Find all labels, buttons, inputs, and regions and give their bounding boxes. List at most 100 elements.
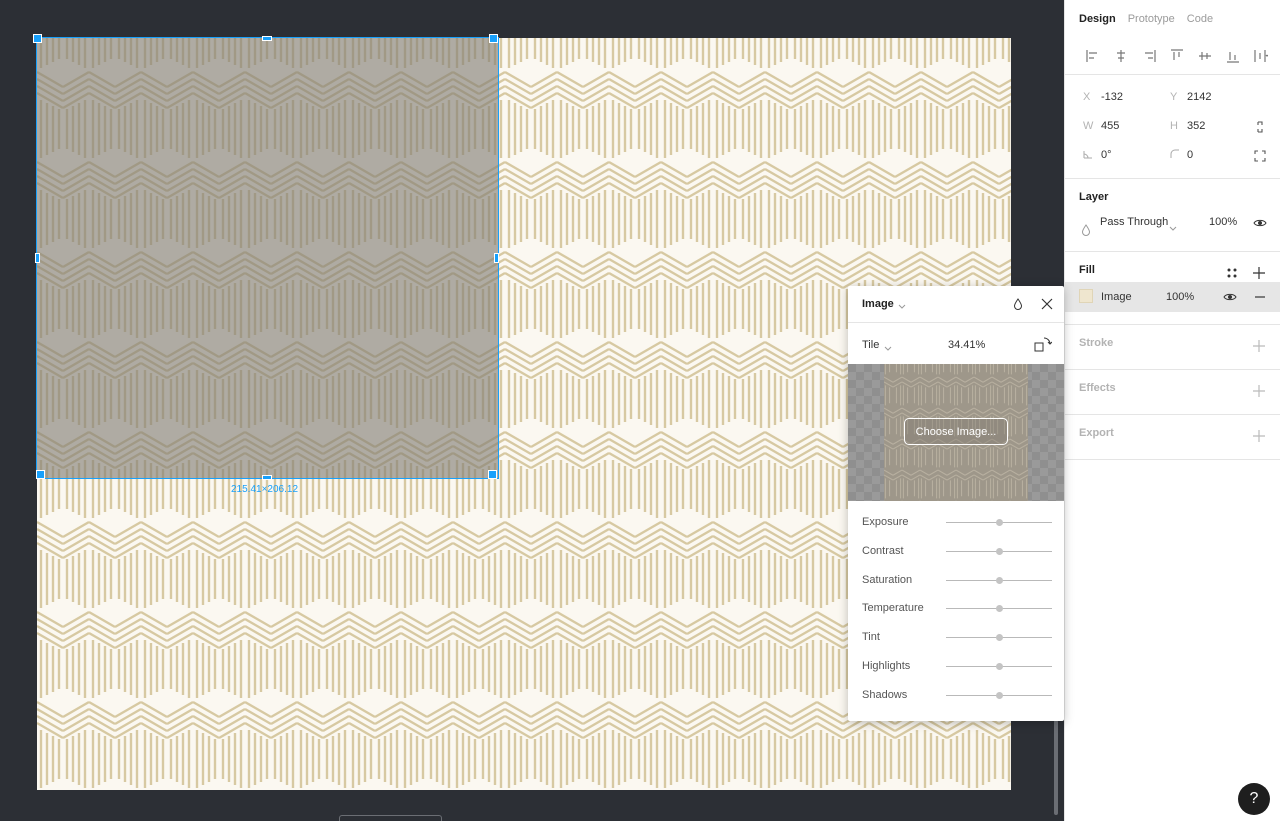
fill-eye-icon[interactable] <box>1223 290 1237 304</box>
align-left-icon[interactable] <box>1079 42 1107 70</box>
y-input[interactable]: 2142 <box>1187 91 1211 103</box>
fill-section: Fill Image 100% <box>1065 252 1280 325</box>
h-input[interactable]: 352 <box>1187 120 1205 132</box>
alignment-toolbar <box>1065 38 1280 75</box>
add-effect-icon[interactable] <box>1252 384 1266 398</box>
popover-title[interactable]: Image <box>862 298 894 310</box>
add-fill-icon[interactable] <box>1252 266 1266 280</box>
vertical-scrollbar[interactable] <box>1054 720 1058 815</box>
tab-code[interactable]: Code <box>1187 13 1213 25</box>
align-center-v-icon[interactable] <box>1191 42 1219 70</box>
align-center-h-icon[interactable] <box>1107 42 1135 70</box>
saturation-slider-row: Saturation <box>848 566 1064 595</box>
selected-image-layer[interactable] <box>36 37 499 479</box>
chevron-down-icon[interactable] <box>898 301 906 315</box>
slider-knob[interactable] <box>995 576 1003 584</box>
saturation-slider[interactable] <box>946 576 1052 584</box>
temperature-slider[interactable] <box>946 605 1052 613</box>
chevron-down-icon[interactable] <box>1169 223 1177 237</box>
rotation-input[interactable]: 0° <box>1101 149 1112 161</box>
blend-mode-select[interactable]: Pass Through <box>1100 216 1168 228</box>
align-right-icon[interactable] <box>1135 42 1163 70</box>
image-adjustments: Exposure Contrast Saturation Temperature… <box>848 508 1064 710</box>
help-button[interactable]: ? <box>1238 783 1270 815</box>
resize-handle-left[interactable] <box>35 253 40 263</box>
rotation-icon <box>1083 149 1093 162</box>
independent-corners-icon[interactable] <box>1253 149 1267 163</box>
fill-type-label[interactable]: Image <box>1101 291 1132 303</box>
slider-knob[interactable] <box>995 519 1003 526</box>
resize-handle-top[interactable] <box>262 36 272 41</box>
export-title: Export <box>1079 427 1114 439</box>
y-label: Y <box>1170 91 1178 103</box>
dimension-label: 215.41×206.12 <box>231 484 299 495</box>
slider-label: Tint <box>862 631 880 644</box>
eye-icon[interactable] <box>1253 216 1267 230</box>
close-icon[interactable] <box>1040 297 1054 311</box>
image-preview: Choose Image... <box>848 364 1064 501</box>
align-bottom-icon[interactable] <box>1219 42 1247 70</box>
properties-panel: Design Prototype Code X -132 Y 2142 W 45… <box>1064 0 1280 821</box>
slider-label: Contrast <box>862 544 904 557</box>
corner-radius-icon <box>1170 149 1180 162</box>
tile-scale-input[interactable]: 34.41% <box>948 339 985 351</box>
w-label: W <box>1083 120 1094 132</box>
resize-handle-top-right[interactable] <box>489 34 498 43</box>
remove-fill-icon[interactable] <box>1253 290 1267 304</box>
exposure-slider-row: Exposure <box>848 508 1064 537</box>
tab-design[interactable]: Design <box>1079 13 1116 25</box>
fill-opacity-input[interactable]: 100% <box>1166 291 1194 303</box>
highlights-slider[interactable] <box>946 662 1052 670</box>
tint-slider[interactable] <box>946 634 1052 642</box>
horizontal-scrollbar[interactable] <box>339 815 442 821</box>
constrain-proportions-icon[interactable] <box>1253 120 1267 134</box>
slider-knob[interactable] <box>995 605 1003 613</box>
distribute-icon[interactable] <box>1247 42 1275 70</box>
slider-knob[interactable] <box>995 691 1003 699</box>
image-fill-swatch[interactable] <box>1079 289 1093 303</box>
popover-header: Image <box>848 286 1064 323</box>
w-input[interactable]: 455 <box>1101 120 1119 132</box>
stroke-title: Stroke <box>1079 337 1114 349</box>
slider-knob[interactable] <box>995 634 1003 642</box>
layer-section: Layer Pass Through 100% <box>1065 179 1280 252</box>
add-stroke-icon[interactable] <box>1252 339 1266 353</box>
contrast-slider-row: Contrast <box>848 537 1064 566</box>
temperature-slider-row: Temperature <box>848 594 1064 623</box>
transform-section: X -132 Y 2142 W 455 H 352 0° 0 <box>1065 75 1280 179</box>
rotate-image-icon[interactable] <box>1034 336 1053 354</box>
resize-handle-right[interactable] <box>494 253 499 263</box>
tile-row: Tile 34.41% <box>848 323 1064 365</box>
resize-handle-bottom[interactable] <box>262 475 272 480</box>
corner-radius-input[interactable]: 0 <box>1187 149 1193 161</box>
resize-handle-top-left[interactable] <box>33 34 42 43</box>
export-section: Export <box>1065 415 1280 460</box>
shadows-slider[interactable] <box>946 691 1052 699</box>
effects-title: Effects <box>1079 382 1116 394</box>
blend-drop-icon <box>1081 224 1095 238</box>
h-label: H <box>1170 120 1178 132</box>
x-input[interactable]: -132 <box>1101 91 1123 103</box>
choose-image-button[interactable]: Choose Image... <box>904 418 1008 445</box>
tab-prototype[interactable]: Prototype <box>1128 13 1175 25</box>
resize-handle-bottom-left[interactable] <box>36 470 45 479</box>
tint-slider-row: Tint <box>848 623 1064 652</box>
styles-icon[interactable] <box>1225 266 1239 280</box>
x-label: X <box>1083 91 1091 103</box>
slider-label: Shadows <box>862 688 908 701</box>
contrast-slider[interactable] <box>946 547 1052 555</box>
image-mode-select[interactable]: Tile <box>862 339 879 351</box>
chevron-down-icon[interactable] <box>884 343 892 357</box>
drop-icon[interactable] <box>1012 297 1026 311</box>
slider-label: Saturation <box>862 573 913 586</box>
add-export-icon[interactable] <box>1252 429 1266 443</box>
slider-label: Temperature <box>862 602 924 615</box>
layer-opacity-input[interactable]: 100% <box>1209 216 1237 228</box>
resize-handle-bottom-right[interactable] <box>488 470 497 479</box>
stroke-section: Stroke <box>1065 325 1280 370</box>
fill-row[interactable]: Image 100% <box>1065 282 1280 312</box>
slider-knob[interactable] <box>995 662 1003 670</box>
exposure-slider[interactable] <box>946 519 1052 526</box>
slider-knob[interactable] <box>995 547 1003 555</box>
align-top-icon[interactable] <box>1163 42 1191 70</box>
